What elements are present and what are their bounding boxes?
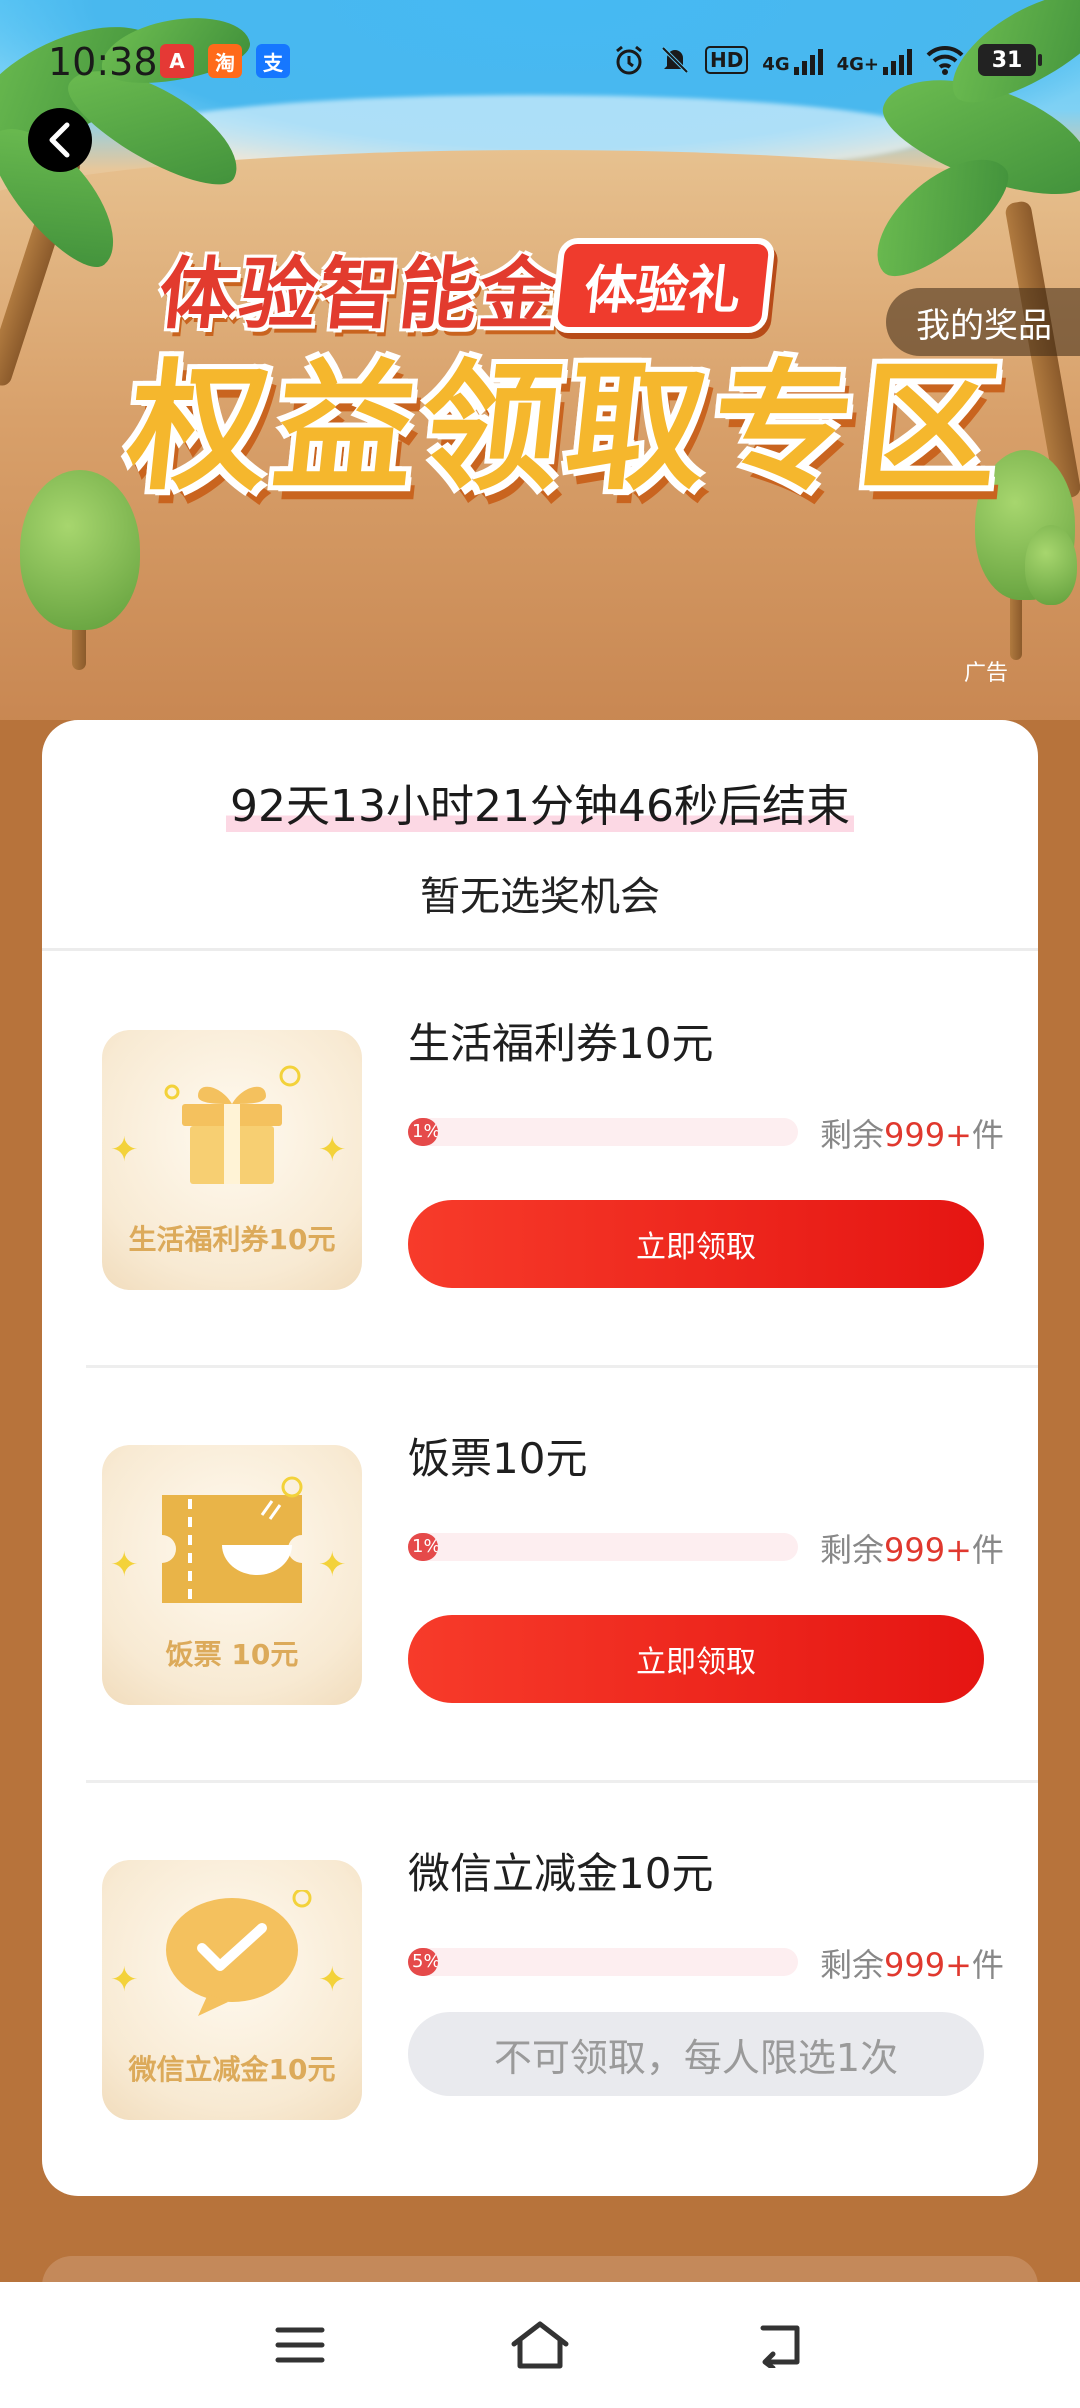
prize-name: 微信立减金10元 bbox=[408, 1849, 714, 1898]
taobao-icon: 淘 bbox=[208, 44, 242, 78]
remain-suffix: 件 bbox=[971, 1531, 1004, 1569]
home-button[interactable] bbox=[500, 2312, 580, 2378]
status-bar: 10:38 A 淘 支 HD 4G 4G+ 31 bbox=[0, 0, 1080, 120]
menu-icon bbox=[275, 2327, 325, 2363]
prize-image: ✦ ✦ 生活福利券10元 bbox=[102, 1030, 362, 1290]
wifi-icon bbox=[926, 45, 964, 75]
prize-name: 生活福利券10元 bbox=[408, 1019, 714, 1068]
sparkle-icon: ✦ bbox=[110, 1545, 139, 1585]
stock-progress-fill: 1% bbox=[408, 1533, 438, 1561]
alarm-icon bbox=[616, 45, 642, 75]
remain-suffix: 件 bbox=[971, 1116, 1004, 1154]
wechat-pay-icon bbox=[166, 1890, 312, 2016]
net-label-1: 4G bbox=[762, 54, 790, 75]
sparkle-icon: ✦ bbox=[110, 1130, 139, 1170]
stock-progress-bar: 1% bbox=[408, 1118, 798, 1146]
net-label-2: 4G+ bbox=[836, 54, 879, 75]
remain-prefix: 剩余 bbox=[820, 1116, 885, 1154]
stock-progress-bar: 1% bbox=[408, 1533, 798, 1561]
claim-button-disabled[interactable]: 不可领取，每人限选1次 bbox=[408, 2012, 984, 2096]
gift-box-icon bbox=[164, 1065, 301, 1184]
sparkle-icon: ✦ bbox=[318, 1545, 347, 1585]
sparkle-icon: ✦ bbox=[318, 1130, 347, 1170]
stock-progress-fill: 5% bbox=[408, 1948, 438, 1976]
prize-image-caption: 饭票 10元 bbox=[165, 1638, 299, 1671]
prize-name: 饭票10元 bbox=[408, 1434, 588, 1483]
remain-suffix: 件 bbox=[971, 1946, 1004, 1984]
remain-number: 999+ bbox=[884, 1531, 972, 1569]
banner-title-line2: 权益领取专区 bbox=[120, 347, 1014, 510]
stock-progress-bar: 5% bbox=[408, 1948, 798, 1976]
prize-image: ✦ ✦ 微信立减金10元 bbox=[102, 1860, 362, 2120]
alipay-icon: 支 bbox=[256, 44, 290, 78]
back-button[interactable] bbox=[28, 108, 92, 172]
prize-image-caption: 微信立减金10元 bbox=[128, 2053, 336, 2086]
back-nav-button[interactable] bbox=[740, 2312, 820, 2378]
battery-icon: 31 bbox=[978, 44, 1042, 76]
menu-button[interactable] bbox=[260, 2312, 340, 2378]
countdown-text: 92天13小时21分钟46秒后结束 bbox=[226, 781, 854, 832]
sparkle-icon: ✦ bbox=[110, 1960, 139, 2000]
app-red-a-icon: A bbox=[160, 44, 194, 78]
remain-number: 999+ bbox=[884, 1116, 972, 1154]
chevron-left-icon bbox=[49, 122, 70, 158]
home-icon bbox=[511, 2321, 569, 2369]
prize-item: ✦ ✦ 饭票 10元 饭票10元 1% 剩余999+件 立即领取 bbox=[42, 1365, 1038, 1780]
back-nav-icon bbox=[760, 2325, 800, 2368]
sparkle-icon: ✦ bbox=[318, 1960, 347, 2000]
chance-status: 暂无选奖机会 bbox=[420, 874, 660, 920]
remain-number: 999+ bbox=[884, 1946, 972, 1984]
signal-4g-plus-icon: 4G+ bbox=[837, 45, 912, 75]
divider bbox=[86, 1365, 1038, 1368]
prize-card: 92天13小时21分钟46秒后结束 暂无选奖机会 ✦ ✦ 生活福利券10元 生活… bbox=[42, 720, 1038, 2196]
ad-label: 广告 bbox=[963, 661, 1008, 686]
remain-prefix: 剩余 bbox=[820, 1531, 885, 1569]
signal-4g-icon: 4G bbox=[762, 45, 823, 75]
status-indicators: HD 4G 4G+ 31 bbox=[613, 44, 1042, 76]
prize-item: ✦ ✦ 生活福利券10元 生活福利券10元 1% 剩余999+件 立即领取 bbox=[42, 950, 1038, 1365]
prize-item: ✦ ✦ 微信立减金10元 微信立减金10元 5% 剩余999+件 不可领取，每人… bbox=[42, 1780, 1038, 2195]
status-app-icons: A 淘 支 bbox=[160, 44, 290, 78]
prize-image: ✦ ✦ 饭票 10元 bbox=[102, 1445, 362, 1705]
remain-prefix: 剩余 bbox=[820, 1946, 885, 1984]
remaining-count: 剩余999+件 bbox=[820, 1525, 1004, 1571]
navigation-bar bbox=[0, 2282, 1080, 2408]
small-tree-right-2 bbox=[1025, 525, 1077, 605]
meal-ticket-icon bbox=[162, 1476, 303, 1603]
prize-image-caption: 生活福利券10元 bbox=[128, 1223, 336, 1256]
claim-button[interactable]: 立即领取 bbox=[408, 1200, 984, 1288]
claim-button[interactable]: 立即领取 bbox=[408, 1615, 984, 1703]
divider bbox=[86, 1780, 1038, 1783]
remaining-count: 剩余999+件 bbox=[820, 1110, 1004, 1156]
mute-icon bbox=[661, 46, 689, 74]
countdown-timer: 92天13小时21分钟46秒后结束 bbox=[42, 770, 1038, 834]
my-prize-button[interactable]: 我的奖品 bbox=[886, 288, 1080, 356]
remaining-count: 剩余999+件 bbox=[820, 1940, 1004, 1986]
hd-icon: HD bbox=[704, 46, 749, 74]
status-time: 10:38 bbox=[48, 40, 158, 84]
stock-progress-fill: 1% bbox=[408, 1118, 438, 1146]
